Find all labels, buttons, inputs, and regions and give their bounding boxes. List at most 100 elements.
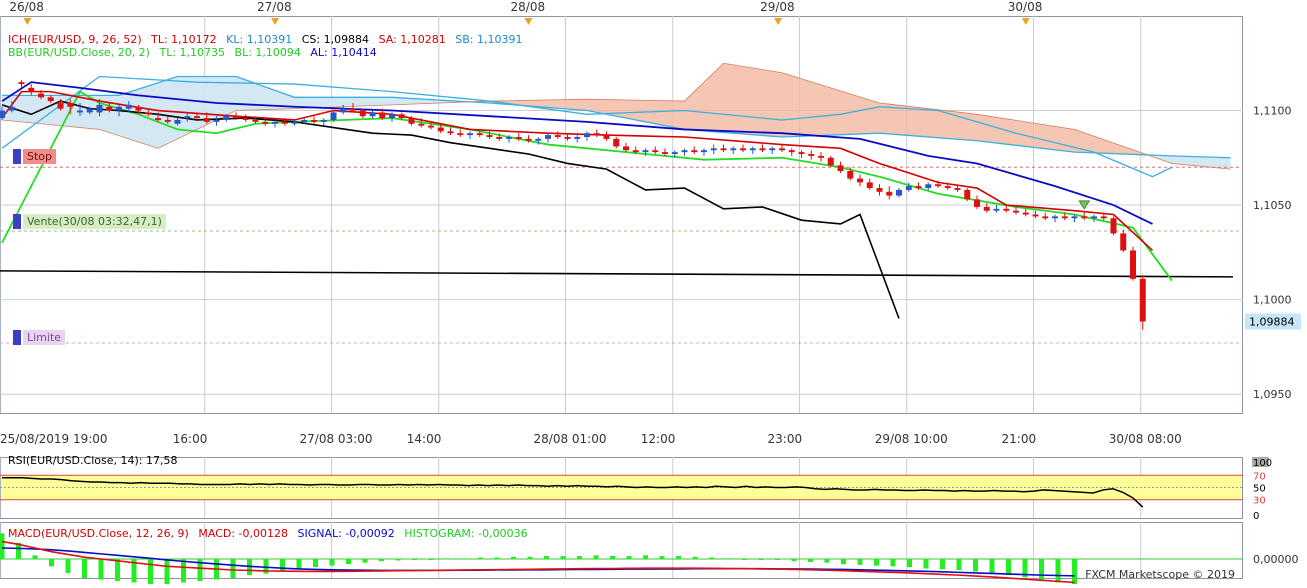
candle-body [1130,250,1136,279]
candle-body [974,199,980,207]
chart-root: 25/08/2019 19:00 16:00 27/08 03:00 14:00 28/… [0,0,1307,586]
macd-histogram-bar [940,559,945,570]
rsi-tick-label: 70 [1253,471,1266,482]
y-tick-label: 1,1050 [1253,199,1292,212]
candle-body [8,106,15,111]
candle-body [116,106,122,111]
ichimoku-legend-kl: KL: 1,10391 [226,33,293,46]
candle-body [340,108,347,113]
candle-body [701,150,707,153]
macd-histogram-bar [494,557,500,559]
candle-body [1100,216,1107,219]
candle-body [457,133,464,136]
macd-histogram-bar [115,559,120,581]
top-date-label: 29/08 [760,0,795,14]
macd-legend: MACD(EUR/USD.Close, 12, 26, 9) MACD: -0,… [8,527,528,540]
candle-body [1071,216,1078,219]
candle-body [1110,218,1117,234]
macd-histogram-bar [610,556,615,559]
ichimoku-legend-sb: SB: 1,10391 [455,33,523,46]
x-tick-label: 12:00 [641,432,676,446]
candle-body [632,150,639,153]
candle-body [233,116,239,119]
limit-marker[interactable] [13,330,21,345]
macd-histogram-bar [148,559,153,584]
macd-histogram-bar [445,558,450,560]
macd-histogram-bar [643,555,648,559]
candle-body [935,184,941,187]
stop-marker[interactable] [13,149,21,164]
macd-histogram-bar [824,559,830,563]
x-tick-label: 14:00 [407,432,442,446]
macd-histogram-bar [461,558,467,560]
x-tick-label: 29/08 10:00 [875,432,948,446]
candle-body [1003,208,1010,211]
macd-histogram-bar [0,533,5,559]
candle-body [350,108,356,111]
main-chart[interactable]: 25/08/2019 19:00 16:00 27/08 03:00 14:00 28/… [0,0,1307,586]
candle-body [262,121,269,124]
candle-body [369,112,376,117]
candle-body [652,150,659,153]
macd-tick-label: 0,00000 [1253,553,1299,566]
candle-body [57,102,64,109]
macd-histogram-bar [1055,559,1061,583]
candle-body [213,119,220,122]
macd-histogram-bar [808,559,813,562]
x-tick-label: 30/08 08:00 [1109,432,1182,446]
candle-body [808,154,815,156]
x-tick-label: 28/08 01:00 [534,432,607,446]
candle-body [145,112,152,115]
macd-histogram-bar [164,559,170,585]
candle-body [554,135,561,137]
rsi-tick-label: 50 [1253,484,1266,495]
candle-body [67,102,74,107]
macd-histogram-bar [379,559,384,562]
candle-body [535,138,542,141]
candle-body [418,123,425,126]
candle-body [398,114,405,119]
macd-histogram-bar [907,559,912,568]
bollinger-legend: BB(EUR/USD.Close, 20, 2) TL: 1,10735 BL:… [8,46,377,59]
macd-histogram-bar [560,556,566,559]
candle-body [613,138,620,147]
candle-body [194,116,200,119]
macd-histogram-bar [65,559,71,573]
ichimoku-legend-cs: CS: 1,09884 [301,33,370,46]
macd-histogram-bar [296,559,302,569]
candle-body [281,121,288,124]
candle-body [876,188,883,192]
macd-histogram-bar [692,556,698,559]
candle-body [545,135,551,139]
entry-marker[interactable] [13,214,21,229]
candle-body [720,148,727,151]
candle-body [584,133,590,137]
candle-body [359,110,366,117]
candle-body [749,148,756,151]
x-tick-label: 16:00 [173,432,208,446]
entry-tag[interactable]: Vente(30/08 03:32,47,1) [23,214,166,229]
candle-body [662,152,668,155]
macd-histogram-bar [329,559,335,566]
macd-histogram-bar [346,559,351,565]
y-tick-label: 1,0950 [1253,388,1292,401]
candle-body [242,118,249,120]
macd-legend-title: MACD(EUR/USD.Close, 12, 26, 9) [8,527,189,540]
macd-histogram-bar [1039,559,1044,580]
rsi-legend: RSI(EUR/USD.Close, 14): 17,58 [8,454,178,467]
candle-body [164,119,171,122]
ichimoku-legend: ICH(EUR/USD, 9, 26, 52) TL: 1,10172 KL: … [8,33,523,46]
macd-histogram-bar [709,557,714,559]
macd-histogram-bar [577,556,582,559]
candle-body [642,150,649,153]
candle-body [857,178,863,183]
candle-body [379,112,386,119]
macd-histogram-bar [956,559,962,570]
candle-body [1139,278,1146,322]
stop-tag[interactable]: Stop [23,149,57,164]
candle-body [320,119,327,122]
candle-body [389,114,395,119]
macd-legend-macd: MACD: -0,00128 [198,527,288,540]
candle-body [203,118,210,122]
limit-tag[interactable]: Limite [23,330,66,345]
